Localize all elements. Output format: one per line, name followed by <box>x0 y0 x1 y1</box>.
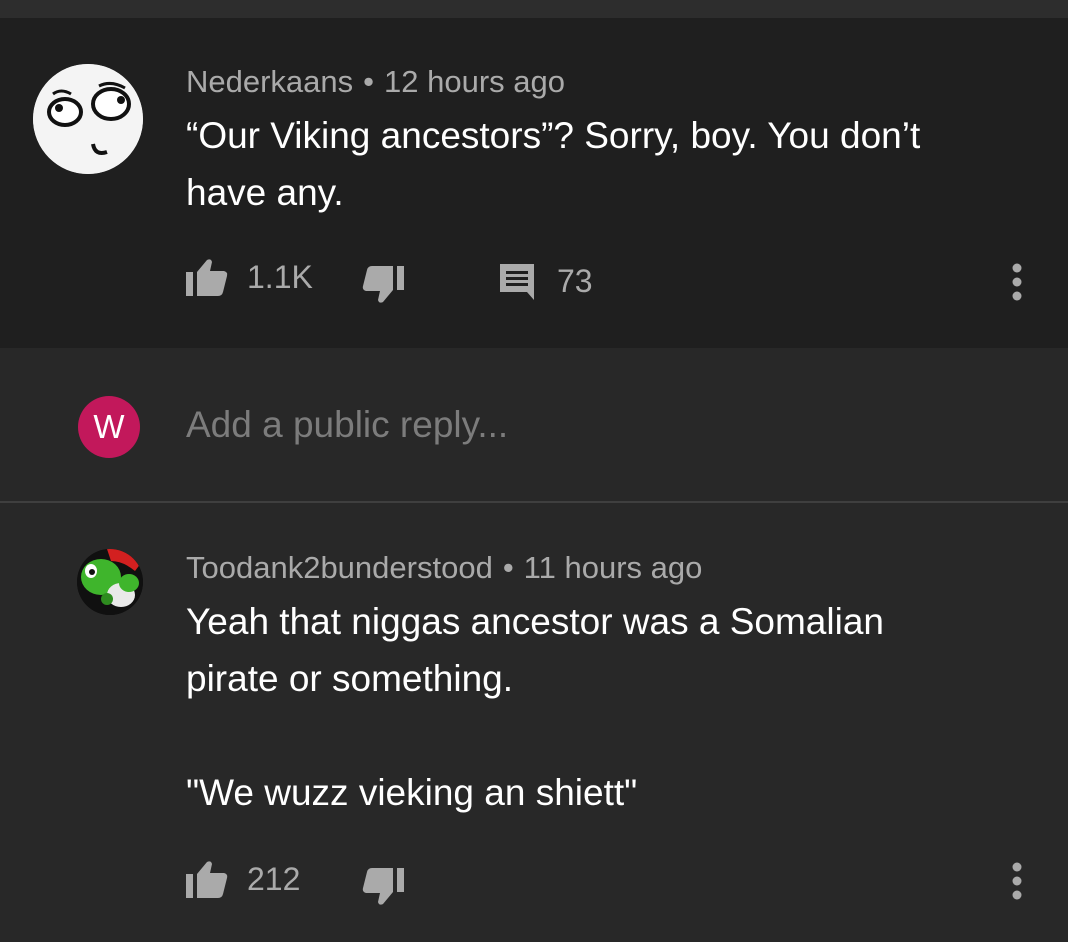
replies-button[interactable]: 73 <box>498 262 593 300</box>
comment-time[interactable]: 12 hours ago <box>384 64 565 99</box>
separator-dot: • <box>502 550 514 585</box>
comment-bubble-icon <box>498 262 536 300</box>
comment-text-line: Yeah that niggas ancestor was a Somalian <box>186 601 884 642</box>
comment-time[interactable]: 11 hours ago <box>524 550 703 585</box>
comment-author[interactable]: Nederkaans <box>186 64 353 99</box>
comment-text-line: "We wuzz vieking an shiett" <box>186 772 638 813</box>
comment-body: “Our Viking ancestors”? Sorry, boy. You … <box>186 107 986 221</box>
like-button[interactable]: 1.1K <box>186 258 313 296</box>
dislike-button[interactable] <box>362 266 404 304</box>
yoshi-icon <box>77 549 143 615</box>
comment-text-line: “Our Viking ancestors”? Sorry, boy. You … <box>186 115 921 156</box>
thumbs-down-icon <box>362 266 404 304</box>
user-avatar-letter: W <box>93 408 125 445</box>
comment-meta: Nederkaans • 12 hours ago <box>186 64 565 100</box>
commenter-avatar[interactable] <box>33 64 143 174</box>
add-reply-input[interactable]: Add a public reply... <box>186 404 508 446</box>
comment-body: Yeah that niggas ancestor was a Somalian… <box>186 593 986 821</box>
reply-count: 73 <box>557 262 593 299</box>
more-options-button[interactable] <box>1010 263 1024 306</box>
like-count: 212 <box>247 860 301 897</box>
comment-author[interactable]: Toodank2bunderstood <box>186 550 493 585</box>
separator-dot: • <box>363 64 375 99</box>
like-button[interactable]: 212 <box>186 860 300 898</box>
more-vert-icon <box>1012 862 1022 900</box>
commenter-avatar[interactable] <box>77 549 143 615</box>
top-bar <box>0 0 1068 18</box>
user-avatar: W <box>78 396 140 458</box>
comment-text-line: have any. <box>186 172 344 213</box>
reply-row <box>0 348 1068 502</box>
rage-face-icon <box>33 64 143 174</box>
comment-text-line <box>186 707 986 764</box>
dislike-button[interactable] <box>362 868 404 906</box>
more-vert-icon <box>1012 263 1022 301</box>
thumbs-up-icon <box>186 258 228 296</box>
comment-meta: Toodank2bunderstood • 11 hours ago <box>186 550 702 586</box>
thumbs-up-icon <box>186 860 228 898</box>
more-options-button[interactable] <box>1010 862 1024 905</box>
like-count: 1.1K <box>247 258 313 295</box>
thumbs-down-icon <box>362 868 404 906</box>
comment-text-line: pirate or something. <box>186 658 514 699</box>
